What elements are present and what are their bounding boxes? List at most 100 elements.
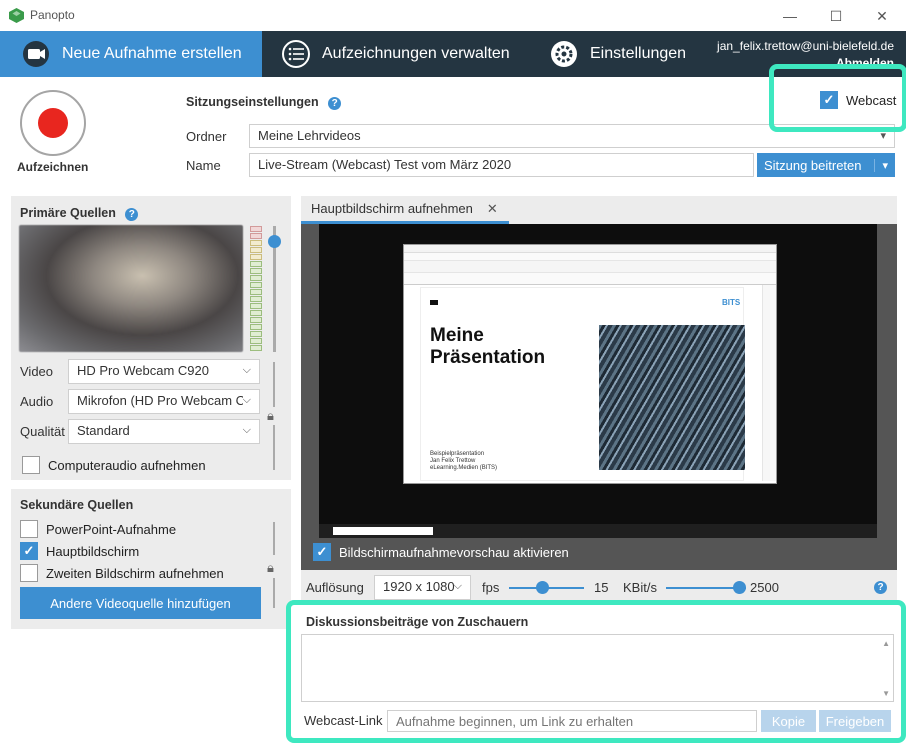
- list-icon: [282, 40, 310, 68]
- powerpoint-checkbox[interactable]: [20, 520, 38, 538]
- secondary-item-second-screen[interactable]: Zweiten Bildschirm aufnehmen: [20, 564, 224, 582]
- slide-footer: Beispielpräsentation Jan Felix Trettow e…: [430, 451, 497, 472]
- chevron-down-icon: ▾: [873, 158, 888, 172]
- quality-value: Standard: [77, 423, 130, 438]
- scroll-down-icon[interactable]: ▼: [882, 689, 890, 698]
- link-line: [273, 362, 275, 407]
- help-icon[interactable]: ?: [328, 97, 342, 110]
- copy-button[interactable]: Kopie: [761, 710, 816, 732]
- bitrate-slider[interactable]: [733, 581, 746, 594]
- webcast-checkbox[interactable]: ✓: [820, 91, 838, 109]
- computer-audio-checkbox[interactable]: [22, 456, 40, 474]
- second-screen-checkbox[interactable]: [20, 564, 38, 582]
- panopto-logo-icon: [9, 8, 24, 23]
- video-source-select[interactable]: HD Pro Webcam C920 ⌵: [68, 359, 260, 384]
- folder-label: Ordner: [186, 129, 227, 144]
- video-source-value: HD Pro Webcam C920: [77, 363, 209, 378]
- close-icon[interactable]: ✕: [487, 201, 498, 217]
- tab-new-recording-label: Neue Aufnahme erstellen: [62, 45, 242, 62]
- audio-source-select[interactable]: Mikrofon (HD Pro Webcam C ⌵: [68, 389, 260, 414]
- resolution-label: Auflösung: [306, 580, 364, 595]
- enable-preview-label: Bildschirmaufnahmevorschau aktivieren: [339, 544, 569, 560]
- resolution-value: 1920 x 1080: [383, 579, 455, 594]
- quality-select[interactable]: Standard ⌵: [68, 419, 260, 444]
- webcast-link-input[interactable]: [387, 710, 757, 732]
- webcast-link-label: Webcast-Link: [304, 713, 383, 728]
- secondary-item-powerpoint[interactable]: PowerPoint-Aufnahme: [20, 520, 176, 538]
- chevron-down-icon: ⌵: [242, 394, 251, 407]
- camera-icon: [23, 41, 49, 67]
- slide-footer-2: Jan Felix Trettow: [430, 458, 476, 464]
- university-logo-icon: [430, 300, 438, 305]
- webcast-checkbox-row[interactable]: ✓ Webcast: [820, 91, 896, 109]
- tab-settings-label: Einstellungen: [590, 45, 687, 62]
- chevron-down-icon: ⌵: [242, 364, 251, 376]
- taskbar-preview: [319, 524, 877, 538]
- webcam-preview: [19, 225, 243, 352]
- secondary-item-main-screen[interactable]: ✓ Hauptbildschirm: [20, 542, 139, 560]
- link-line: [273, 578, 275, 608]
- tab-manage-recordings[interactable]: Aufzeichnungen verwalten: [282, 31, 522, 77]
- user-email: jan_felix.trettow@uni-bielefeld.de: [717, 39, 894, 53]
- audio-gain-slider[interactable]: [268, 235, 281, 248]
- slide-title-line-1: Meine: [430, 325, 484, 346]
- server-image: [599, 325, 745, 470]
- join-session-button[interactable]: Sitzung beitreten ▾: [757, 153, 895, 177]
- folder-value: Meine Lehrvideos: [258, 128, 361, 143]
- share-button[interactable]: Freigeben: [819, 710, 891, 732]
- slide-footer-3: eLearning.Medien (BITS): [430, 465, 498, 471]
- second-screen-label: Zweiten Bildschirm aufnehmen: [46, 565, 224, 581]
- help-icon[interactable]: ?: [874, 581, 887, 594]
- webcast-label: Webcast: [846, 92, 897, 108]
- chevron-down-icon: ⌵: [453, 580, 462, 592]
- primary-sources-title: Primäre Quellen ?: [20, 206, 139, 221]
- discussion-box[interactable]: ▲ ▼: [301, 634, 894, 702]
- discussion-title: Diskussionsbeiträge von Zuschauern: [306, 615, 529, 629]
- fps-label: fps: [482, 580, 500, 595]
- resolution-select[interactable]: 1920 x 1080 ⌵: [374, 575, 471, 600]
- chevron-down-icon: ⌵: [242, 424, 251, 436]
- window-title: Panopto: [30, 8, 75, 22]
- computer-audio-label: Computeraudio aufnehmen: [48, 457, 206, 473]
- tab-settings[interactable]: Einstellungen: [550, 31, 700, 77]
- primary-sources-title-text: Primäre Quellen: [20, 206, 116, 220]
- session-name-input[interactable]: Live-Stream (Webcast) Test vom März 2020: [249, 153, 754, 177]
- lock-icon[interactable]: 🔒︎: [267, 408, 274, 424]
- fps-slider[interactable]: [536, 581, 549, 594]
- audio-source-value: Mikrofon (HD Pro Webcam C: [77, 393, 246, 408]
- name-label: Name: [186, 158, 221, 173]
- secondary-sources-title: Sekundäre Quellen: [20, 498, 134, 512]
- tab-main-screen[interactable]: Hauptbildschirm aufnehmen ✕: [301, 196, 509, 224]
- add-video-source-button[interactable]: Andere Videoquelle hinzufügen: [20, 587, 261, 619]
- record-label: Aufzeichnen: [17, 160, 89, 174]
- lock-icon[interactable]: 🔒︎: [267, 560, 274, 576]
- gear-icon: [551, 41, 577, 67]
- enable-preview-checkbox[interactable]: ✓: [313, 543, 331, 561]
- bits-logo-icon: BITS: [722, 298, 741, 307]
- maximize-button[interactable]: ☐: [814, 4, 858, 28]
- help-icon[interactable]: ?: [125, 208, 139, 221]
- audio-level-meter: [250, 226, 262, 352]
- main-screen-checkbox[interactable]: ✓: [20, 542, 38, 560]
- main-screen-label: Hauptbildschirm: [46, 543, 140, 559]
- session-settings-title-text: Sitzungseinstellungen: [186, 95, 319, 109]
- scroll-up-icon[interactable]: ▲: [882, 639, 890, 648]
- join-session-label: Sitzung beitreten: [763, 157, 862, 173]
- link-line: [273, 522, 275, 555]
- session-settings-title: Sitzungseinstellungen ?: [186, 95, 342, 110]
- slide-title: Meine Präsentation: [430, 325, 545, 369]
- audio-label: Audio: [20, 394, 54, 409]
- tab-new-recording[interactable]: Neue Aufnahme erstellen: [0, 31, 262, 77]
- computer-audio-row[interactable]: Computeraudio aufnehmen: [22, 456, 206, 474]
- record-button[interactable]: [20, 90, 86, 156]
- video-label: Video: [20, 364, 54, 379]
- fps-value: 15: [594, 580, 609, 595]
- slide-footer-1: Beispielpräsentation: [430, 451, 485, 457]
- quality-label: Qualität: [20, 424, 65, 439]
- minimize-button[interactable]: —: [768, 4, 812, 28]
- close-window-button[interactable]: ✕: [860, 4, 904, 28]
- enable-preview-row[interactable]: ✓ Bildschirmaufnahmevorschau aktivieren: [313, 543, 569, 561]
- tab-main-screen-label: Hauptbildschirm aufnehmen: [311, 201, 473, 216]
- tab-manage-recordings-label: Aufzeichnungen verwalten: [322, 45, 510, 62]
- title-bar: Panopto — ☐ ✕: [0, 0, 906, 31]
